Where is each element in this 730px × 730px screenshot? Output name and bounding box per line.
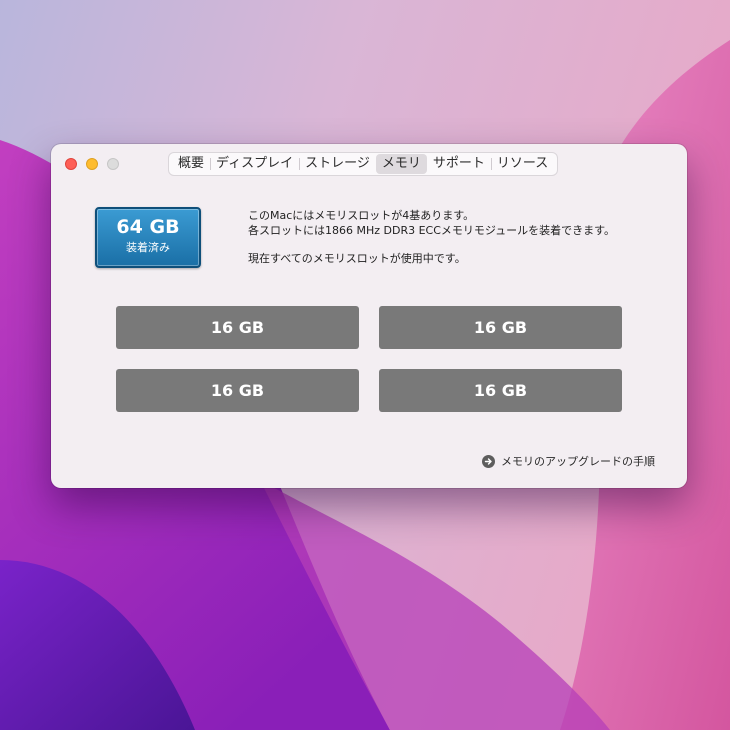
segmented-tab-control: 概要 ディスプレイ ストレージ メモリ サポート リソース (168, 152, 559, 176)
memory-info-text: このMacにはメモリスロットが4基あります。 各スロットには1866 MHz D… (248, 208, 615, 266)
info-line-slot-usage: 現在すべてのメモリスロットが使用中です。 (248, 252, 466, 265)
upgrade-link-label: メモリのアップグレードの手順 (501, 455, 655, 468)
title-bar: 概要 ディスプレイ ストレージ メモリ サポート リソース (51, 144, 687, 184)
tab-memory[interactable]: メモリ (375, 154, 427, 174)
memory-slot-3: 16 GB (116, 369, 359, 412)
memory-upgrade-instructions-link[interactable]: メモリのアップグレードの手順 (482, 453, 655, 469)
close-button[interactable] (65, 158, 77, 170)
memory-slot-1: 16 GB (116, 306, 359, 349)
tab-displays[interactable]: ディスプレイ (210, 154, 299, 174)
memory-slot-2: 16 GB (379, 306, 622, 349)
arrow-right-circle-icon (482, 454, 495, 468)
tab-overview[interactable]: 概要 (172, 154, 210, 174)
zoom-button[interactable] (107, 158, 119, 170)
memory-total-badge: 64 GB 装着済み (95, 207, 201, 268)
tab-support[interactable]: サポート (427, 154, 491, 174)
memory-installed-label: 装着済み (126, 241, 170, 254)
memory-slot-4: 16 GB (379, 369, 622, 412)
about-this-mac-window: 概要 ディスプレイ ストレージ メモリ サポート リソース 64 GB 装着済み… (51, 144, 687, 488)
tab-storage[interactable]: ストレージ (299, 154, 376, 174)
info-line-module-type: 各スロットには1866 MHz DDR3 ECCメモリモジュールを装着できます。 (248, 224, 616, 237)
minimize-button[interactable] (86, 158, 98, 170)
info-line-slot-count: このMacにはメモリスロットが4基あります。 (248, 209, 475, 222)
tab-resources[interactable]: リソース (490, 154, 554, 174)
memory-total-label: 64 GB (116, 216, 180, 238)
